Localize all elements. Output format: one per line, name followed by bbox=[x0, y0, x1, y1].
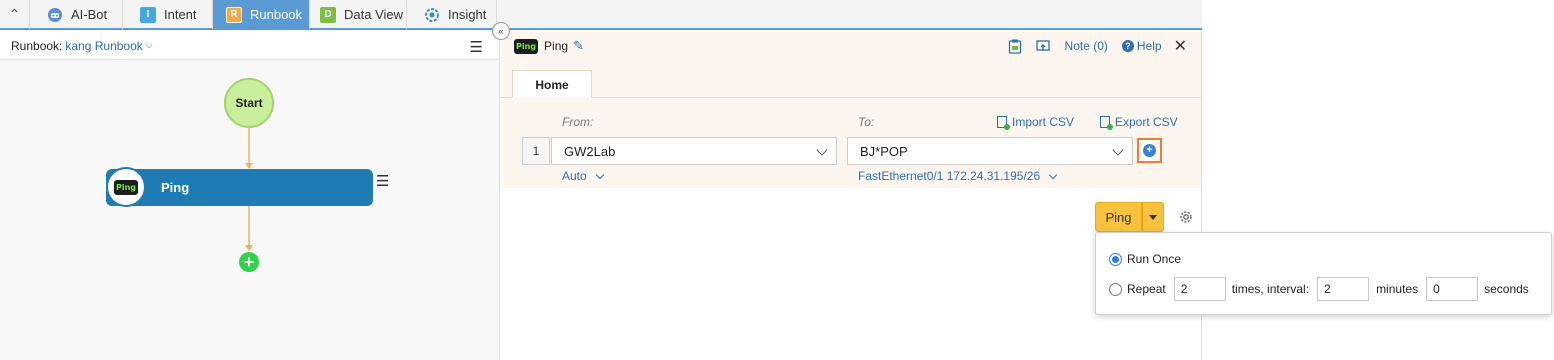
tab-label: Intent bbox=[164, 7, 197, 22]
ping-node-icon: Ping bbox=[106, 167, 146, 207]
from-interface-select[interactable]: Auto bbox=[562, 169, 604, 183]
ping-badge: Ping bbox=[113, 179, 139, 195]
chevron-down-icon[interactable] bbox=[1112, 144, 1124, 156]
run-options-popup: Run Once Repeat 2 times, interval: 2 min… bbox=[1095, 232, 1552, 315]
interval-minutes-input[interactable]: 2 bbox=[1317, 277, 1370, 301]
tab-label: Runbook bbox=[250, 7, 303, 22]
tab-label: Insight bbox=[448, 7, 487, 22]
tab-label: AI-Bot bbox=[71, 7, 108, 22]
tab-runbook[interactable]: R Runbook bbox=[213, 0, 310, 29]
to-device-select[interactable]: BJ*POP bbox=[847, 137, 1133, 165]
import-file-icon bbox=[997, 116, 1010, 130]
node-menu-icon[interactable]: ☰ bbox=[376, 172, 389, 190]
help-icon: ? bbox=[1121, 40, 1134, 52]
help-link[interactable]: ? Help bbox=[1121, 39, 1162, 53]
chevron-down-icon bbox=[595, 170, 604, 179]
note-link[interactable]: Note (0) bbox=[1065, 39, 1108, 53]
from-device-select[interactable]: GW2Lab bbox=[551, 137, 837, 165]
chevron-down-icon[interactable] bbox=[816, 144, 828, 156]
interval-seconds-input[interactable]: 0 bbox=[1426, 277, 1479, 301]
help-label: Help bbox=[1136, 39, 1162, 53]
from-device-value: GW2Lab bbox=[564, 143, 616, 159]
row-number: 1 bbox=[522, 137, 550, 165]
caret-down-icon bbox=[1149, 214, 1157, 220]
times-interval-label: times, interval: bbox=[1231, 282, 1310, 296]
runbook-panel: Runbook: kang Runbook ⌵ ☰ Start Ping Pin… bbox=[0, 32, 500, 360]
runbook-selector[interactable]: kang Runbook bbox=[65, 39, 142, 53]
panel-title: Ping bbox=[544, 39, 569, 53]
repeat-label: Repeat bbox=[1127, 282, 1166, 296]
add-row-button[interactable]: + bbox=[1137, 138, 1162, 163]
source-destination-area: From: To: Import CSV Export CSV 1 GW2Lab… bbox=[501, 98, 1201, 188]
run-once-option[interactable]: Run Once bbox=[1109, 252, 1181, 266]
chevron-down-icon[interactable]: ⌵ bbox=[146, 40, 153, 51]
export-file-icon bbox=[1100, 116, 1113, 130]
plus-circle-icon: + bbox=[1143, 144, 1156, 157]
run-once-radio[interactable] bbox=[1109, 252, 1122, 266]
clipboard-icon[interactable] bbox=[1008, 39, 1022, 54]
import-csv-label: Import CSV bbox=[1012, 115, 1075, 129]
connector-arrow bbox=[245, 245, 253, 251]
data-view-icon: D bbox=[320, 6, 336, 23]
collapse-left-panel-button[interactable]: « bbox=[492, 22, 510, 40]
top-tab-bar: ⌃ AI-Bot I Intent R Runbook D Data View … bbox=[0, 0, 1202, 30]
seconds-label: seconds bbox=[1484, 282, 1529, 296]
close-icon[interactable]: ✕ bbox=[1174, 36, 1187, 56]
runbook-icon: R bbox=[226, 6, 242, 23]
edit-pencil-icon[interactable]: ✎ bbox=[573, 38, 584, 54]
start-label: Start bbox=[235, 96, 263, 110]
gear-icon[interactable] bbox=[1178, 209, 1194, 225]
from-interface-value: Auto bbox=[562, 169, 587, 183]
export-csv-label: Export CSV bbox=[1115, 115, 1178, 129]
hamburger-menu-icon[interactable]: ☰ bbox=[470, 38, 483, 56]
minutes-label: minutes bbox=[1376, 282, 1419, 296]
ping-node[interactable]: Ping bbox=[106, 169, 373, 206]
run-once-label: Run Once bbox=[1127, 252, 1182, 266]
ai-bot-icon bbox=[47, 7, 63, 23]
ping-options-dropdown[interactable] bbox=[1142, 202, 1164, 232]
runbook-label: Runbook: bbox=[11, 38, 63, 53]
from-label: From: bbox=[562, 115, 594, 129]
header-tools: Note (0) ? Help ✕ bbox=[994, 32, 1187, 60]
tab-ai-bot[interactable]: AI-Bot bbox=[31, 0, 123, 29]
to-label: To: bbox=[858, 115, 875, 129]
runbook-header: Runbook: kang Runbook ⌵ ☰ bbox=[0, 32, 499, 60]
ping-button[interactable]: Ping bbox=[1095, 202, 1142, 232]
intent-icon: I bbox=[140, 6, 156, 23]
to-interface-value: FastEthernet0/1 172.24.31.195/26 bbox=[858, 169, 1041, 183]
export-csv-link[interactable]: Export CSV bbox=[1100, 115, 1178, 130]
tab-label: Data View bbox=[344, 7, 404, 22]
to-interface-select[interactable]: FastEthernet0/1 172.24.31.195/26 bbox=[858, 169, 1058, 183]
import-csv-link[interactable]: Import CSV bbox=[997, 115, 1075, 130]
panel-tab-strip: Home bbox=[501, 60, 1201, 99]
repeat-option: Repeat 2 times, interval: 2 minutes 0 se… bbox=[1109, 277, 1529, 301]
ping-icon: Ping bbox=[514, 38, 539, 54]
tab-intent[interactable]: I Intent bbox=[123, 0, 213, 29]
add-node-button[interactable]: + bbox=[239, 252, 259, 272]
export-window-icon[interactable] bbox=[1035, 39, 1051, 53]
tab-insight[interactable]: Insight bbox=[407, 0, 497, 29]
tab-data-view[interactable]: D Data View bbox=[310, 0, 407, 29]
panel-header: Ping Ping ✎ Note (0) ? Help ✕ bbox=[501, 32, 1201, 60]
chevron-down-icon bbox=[1048, 170, 1058, 179]
repeat-radio[interactable] bbox=[1109, 282, 1122, 296]
start-node[interactable]: Start bbox=[224, 78, 274, 128]
repeat-times-input[interactable]: 2 bbox=[1173, 277, 1226, 301]
insight-icon bbox=[424, 7, 440, 23]
collapse-up-icon[interactable]: ⌃ bbox=[0, 0, 30, 29]
tab-home[interactable]: Home bbox=[512, 70, 592, 99]
ping-node-label: Ping bbox=[161, 180, 190, 195]
ping-button-group: Ping bbox=[1095, 202, 1164, 232]
to-device-value: BJ*POP bbox=[860, 143, 908, 159]
